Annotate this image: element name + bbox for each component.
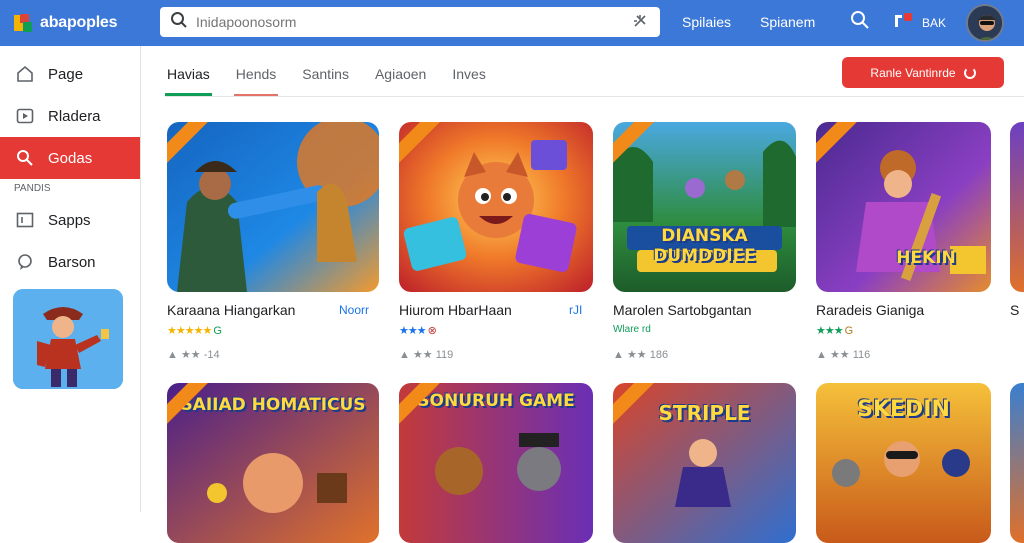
- search-icon: [170, 11, 188, 34]
- game-card[interactable]: HEKIN Raradeis Gianiga ★★★ G ▲ ★★ 116: [816, 122, 991, 362]
- search-icon[interactable]: [850, 10, 870, 35]
- search-bar[interactable]: [160, 7, 660, 37]
- apps-icon: [16, 211, 34, 229]
- tab-hends[interactable]: Hends: [233, 56, 279, 96]
- play-icon: [16, 107, 34, 125]
- chat-icon: [16, 253, 34, 271]
- app-name: abapoples: [40, 14, 118, 31]
- refresh-icon: [963, 66, 976, 79]
- sidebar-item-sapps[interactable]: Sapps: [0, 199, 140, 241]
- game-card[interactable]: Karaana Hiangarkan Noorr ★★★★★ G ▲ ★★ -1…: [167, 122, 379, 362]
- primary-action-button[interactable]: Ranle Vantinrde: [842, 57, 1004, 88]
- thumbnail-text: HEKIN: [896, 248, 956, 268]
- sidebar-section-heading: PANDIS: [14, 183, 51, 194]
- featured-game-thumbnail[interactable]: [13, 289, 123, 389]
- rating-stars: ★★★★★ G: [167, 325, 222, 337]
- header-link-2[interactable]: Spianem: [760, 14, 815, 30]
- tab-havias[interactable]: Havias: [165, 56, 212, 96]
- sidebar-item-rladera[interactable]: Rladera: [0, 95, 140, 137]
- game-thumbnail[interactable]: [1010, 383, 1024, 543]
- tab-agiaoen[interactable]: Agiaoen: [373, 56, 428, 96]
- thumbnail-text: SAIIAD HOMATICUS: [180, 395, 366, 415]
- sidebar-item-label: Barson: [48, 253, 96, 271]
- primary-action-label: Ranle Vantinrde: [870, 65, 956, 80]
- game-thumbnail[interactable]: DIANSKA DUMDDIEE: [613, 122, 796, 292]
- game-thumbnail[interactable]: STRIPLE: [613, 383, 796, 543]
- game-meta: ▲ ★★ 119: [399, 349, 454, 361]
- sidebar-item-label: Sapps: [48, 211, 91, 229]
- sidebar-item-page[interactable]: Page: [0, 53, 140, 95]
- game-thumbnail[interactable]: SONURUH GAME: [399, 383, 593, 543]
- game-thumbnail[interactable]: SAIIAD HOMATICUS: [167, 383, 379, 543]
- sidebar-item-label: Page: [48, 65, 84, 83]
- tab-santins[interactable]: Santins: [300, 56, 351, 96]
- thumbnail-text: SKEDIN: [857, 397, 950, 422]
- top-bar: abapoples Spilaies Spianem BAK: [0, 0, 1024, 46]
- game-title: Raradeis Gianiga: [816, 302, 925, 318]
- game-card[interactable]: Hiurom HbarHaan rJI ★★★ ⊗ ▲ ★★ 119: [399, 122, 593, 362]
- game-card[interactable]: SKEDIN: [816, 383, 991, 543]
- game-thumbnail[interactable]: [1010, 122, 1024, 292]
- game-title: S: [1010, 302, 1020, 318]
- game-card-peek[interactable]: [1010, 383, 1024, 543]
- header-link-1[interactable]: Spilaies: [682, 14, 731, 30]
- game-title: Marolen Sartobgantan: [613, 302, 752, 318]
- game-card[interactable]: SAIIAD HOMATICUS: [167, 383, 379, 543]
- tab-divider: [165, 96, 1024, 97]
- sidebar-item-label: Godas: [48, 149, 93, 167]
- downloads-icon: ▲ ★★: [399, 349, 433, 361]
- downloads-icon: ▲ ★★: [167, 349, 201, 361]
- header-badge[interactable]: BAK: [922, 16, 946, 30]
- game-meta: ▲ ★★ -14: [167, 349, 220, 361]
- avatar[interactable]: [966, 4, 1004, 42]
- game-card[interactable]: SONURUH GAME: [399, 383, 593, 543]
- game-thumbnail[interactable]: HEKIN: [816, 122, 991, 292]
- game-meta: ▲ ★★ 186: [613, 349, 669, 361]
- tab-bar: Havias Hends Santins Agiaoen Inves: [165, 56, 510, 96]
- tab-inves[interactable]: Inves: [450, 56, 487, 96]
- search-input[interactable]: [196, 14, 616, 30]
- sidebar-item-godas[interactable]: Godas: [0, 137, 140, 179]
- app-logo[interactable]: abapoples: [12, 12, 152, 34]
- voice-search-icon[interactable]: [632, 13, 648, 32]
- logo-icon: [12, 12, 34, 34]
- sidebar: Page Rladera Godas PANDIS Sapps Barson: [0, 46, 141, 512]
- notification-icon[interactable]: [893, 11, 915, 36]
- game-badge[interactable]: rJI: [569, 303, 582, 317]
- game-thumbnail[interactable]: [399, 122, 593, 292]
- game-title: Karaana Hiangarkan: [167, 302, 296, 318]
- home-icon: [16, 65, 34, 83]
- game-thumbnail[interactable]: [167, 122, 379, 292]
- game-thumbnail[interactable]: SKEDIN: [816, 383, 991, 543]
- thumbnail-text: DIANSKA DUMDDIEE: [653, 226, 756, 266]
- thumbnail-text: STRIPLE: [658, 401, 751, 425]
- downloads-icon: ▲ ★★: [816, 349, 850, 361]
- rating-stars: Wlare rd: [613, 324, 651, 335]
- game-meta: ▲ ★★ 116: [816, 349, 871, 361]
- game-badge[interactable]: Noorr: [339, 303, 369, 317]
- rating-stars: ★★★ G: [816, 325, 853, 337]
- game-title: Hiurom HbarHaan: [399, 302, 512, 318]
- rating-stars: ★★★ ⊗: [399, 325, 437, 337]
- game-card[interactable]: STRIPLE: [613, 383, 796, 543]
- sidebar-item-barson[interactable]: Barson: [0, 241, 140, 283]
- game-card-peek[interactable]: S: [1010, 122, 1024, 362]
- downloads-icon: ▲ ★★: [613, 349, 647, 361]
- sidebar-item-label: Rladera: [48, 107, 101, 125]
- search-icon: [16, 149, 34, 167]
- game-card[interactable]: DIANSKA DUMDDIEE Marolen Sartobgantan Wla…: [613, 122, 796, 362]
